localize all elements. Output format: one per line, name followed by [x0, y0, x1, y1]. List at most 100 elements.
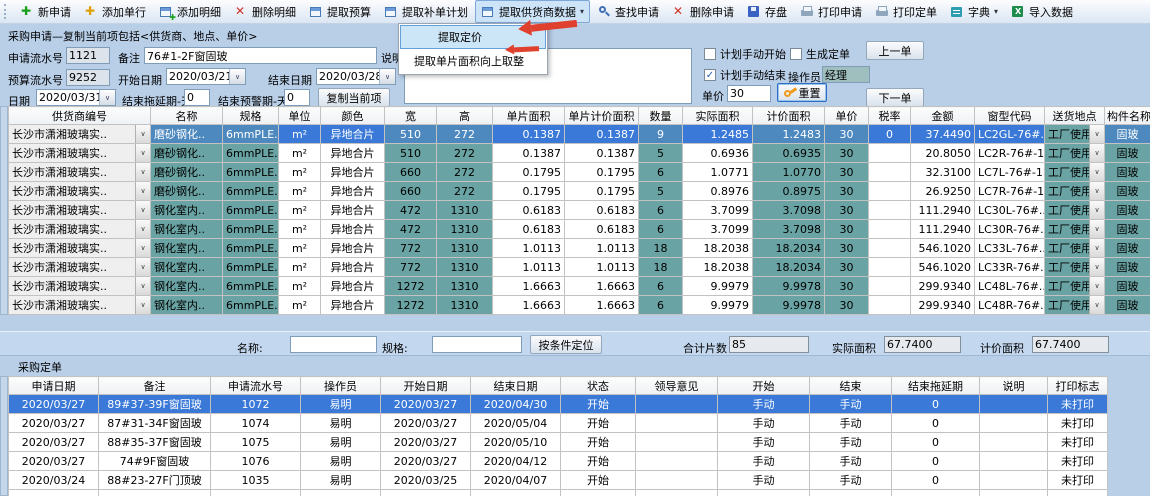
cell[interactable]: 0.8976 — [683, 182, 753, 201]
cell[interactable]: 510 — [385, 144, 437, 163]
cell[interactable]: 6 — [639, 201, 683, 220]
cell[interactable]: 30 — [825, 182, 869, 201]
cell[interactable]: 18.2038 — [683, 258, 753, 277]
cell[interactable]: 异地合片 — [321, 163, 385, 182]
cell[interactable]: 660 — [385, 182, 437, 201]
delay-input[interactable] — [184, 89, 210, 106]
cell[interactable]: 272 — [437, 182, 493, 201]
cell[interactable]: 异地合片 — [321, 258, 385, 277]
cell[interactable]: 1076 — [211, 452, 301, 471]
dropdown-arrow-icon[interactable]: ∨ — [135, 144, 150, 162]
dropdown-arrow-icon[interactable]: ∨ — [135, 296, 150, 314]
cell[interactable]: 2020/03/27 — [9, 452, 99, 471]
cell[interactable] — [869, 163, 911, 182]
column-header[interactable]: 数量 — [639, 107, 683, 125]
cell[interactable] — [636, 414, 718, 433]
cell[interactable]: 30 — [825, 201, 869, 220]
cell[interactable]: LC7L-76#-1FO — [975, 163, 1045, 182]
cell[interactable]: 1.6663 — [493, 277, 565, 296]
column-header[interactable]: 实际面积 — [683, 107, 753, 125]
cell[interactable]: 0.6183 — [493, 201, 565, 220]
cell[interactable]: 772 — [385, 239, 437, 258]
cell[interactable]: 0 — [892, 414, 980, 433]
column-header[interactable]: 送货地点 — [1045, 107, 1105, 125]
cell[interactable]: 3.7099 — [683, 220, 753, 239]
cell[interactable]: 2020/03/24 — [9, 471, 99, 490]
dropdown-arrow-icon[interactable]: ∨ — [1089, 182, 1104, 200]
cell[interactable]: 1.0771 — [683, 163, 753, 182]
cell[interactable]: 手动 — [810, 471, 892, 490]
cell[interactable]: 固玻 — [1105, 258, 1150, 277]
cell[interactable]: 开始 — [561, 433, 636, 452]
cell[interactable]: 6mmPLE.. — [223, 220, 279, 239]
cell[interactable]: 1.0113 — [493, 239, 565, 258]
cell[interactable]: 钢化室内.. — [151, 296, 223, 315]
cell[interactable]: 未打印 — [1048, 395, 1108, 414]
cell[interactable]: 772 — [385, 258, 437, 277]
cell[interactable]: 异地合片 — [321, 201, 385, 220]
cell[interactable]: 9.9978 — [753, 296, 825, 315]
cell[interactable]: 1.0113 — [565, 258, 639, 277]
cell[interactable] — [99, 490, 211, 496]
cell[interactable]: 32.3100 — [911, 163, 975, 182]
cell[interactable]: 0.6183 — [565, 201, 639, 220]
cell[interactable]: 1.0113 — [493, 258, 565, 277]
cell[interactable]: m² — [279, 182, 321, 201]
cell[interactable]: 未打印 — [1048, 452, 1108, 471]
cell[interactable]: m² — [279, 125, 321, 144]
chevron-down-icon[interactable]: ∨ — [229, 69, 245, 84]
dropdown-arrow-icon[interactable]: ∨ — [1089, 296, 1104, 314]
cell[interactable]: 手动 — [718, 471, 810, 490]
cell[interactable]: 20.8050 — [911, 144, 975, 163]
cell[interactable]: 长沙市潇湘玻璃实..∨ — [9, 258, 151, 277]
cell[interactable]: 660 — [385, 163, 437, 182]
cell[interactable]: 299.9340 — [911, 296, 975, 315]
toolbar-button[interactable]: 提取补单计划 — [378, 0, 474, 23]
cell[interactable]: 5 — [639, 144, 683, 163]
column-header[interactable]: 开始 — [718, 377, 810, 395]
dropdown-arrow-icon[interactable]: ∨ — [1089, 163, 1104, 181]
cell[interactable]: 0.1795 — [565, 182, 639, 201]
operator-input[interactable] — [822, 66, 870, 83]
dropdown-arrow-icon[interactable]: ∨ — [1089, 258, 1104, 276]
cell[interactable]: 3.7098 — [753, 220, 825, 239]
cell[interactable] — [636, 452, 718, 471]
cell[interactable]: 0 — [892, 452, 980, 471]
dropdown-arrow-icon[interactable]: ∨ — [135, 125, 150, 143]
cell[interactable]: 磨砂钢化.. — [151, 163, 223, 182]
cell[interactable]: 30 — [825, 144, 869, 163]
cell[interactable]: 固玻 — [1105, 125, 1150, 144]
cell[interactable]: 30 — [825, 125, 869, 144]
toolbar-button[interactable]: 添加明细 — [153, 0, 227, 23]
cell[interactable]: 0.1795 — [565, 163, 639, 182]
cell[interactable]: 2020/03/27 — [381, 395, 471, 414]
cell[interactable]: 2020/03/27 — [9, 414, 99, 433]
column-header[interactable]: 名称 — [151, 107, 223, 125]
column-header[interactable]: 打印标志 — [1048, 377, 1108, 395]
cell[interactable]: 0 — [869, 125, 911, 144]
cell[interactable] — [471, 490, 561, 496]
cell[interactable]: 1310 — [437, 258, 493, 277]
cell[interactable]: 88#35-37F窗固玻 — [99, 433, 211, 452]
cell[interactable]: 0.1387 — [565, 144, 639, 163]
cell[interactable]: 1075 — [211, 433, 301, 452]
cell[interactable] — [980, 433, 1048, 452]
column-header[interactable]: 宽 — [385, 107, 437, 125]
spec-filter-input[interactable] — [432, 336, 522, 353]
column-header[interactable]: 高 — [437, 107, 493, 125]
cell[interactable]: 工厂使用∨ — [1045, 125, 1105, 144]
cell[interactable]: 长沙市潇湘玻璃实..∨ — [9, 201, 151, 220]
cell[interactable]: 开始 — [561, 395, 636, 414]
cell[interactable]: 磨砂钢化.. — [151, 182, 223, 201]
column-header[interactable]: 申请日期 — [9, 377, 99, 395]
cell[interactable]: m² — [279, 296, 321, 315]
cell[interactable]: 18.2034 — [753, 258, 825, 277]
dropdown-arrow-icon[interactable]: ∨ — [135, 201, 150, 219]
toolbar-button[interactable]: 字典▾ — [944, 0, 1004, 23]
cell[interactable]: 30 — [825, 239, 869, 258]
cell[interactable]: 0.6936 — [683, 144, 753, 163]
cell[interactable]: 钢化室内.. — [151, 220, 223, 239]
cell[interactable]: 1.6663 — [493, 296, 565, 315]
cell[interactable]: 1.0113 — [565, 239, 639, 258]
cell[interactable]: 272 — [437, 144, 493, 163]
